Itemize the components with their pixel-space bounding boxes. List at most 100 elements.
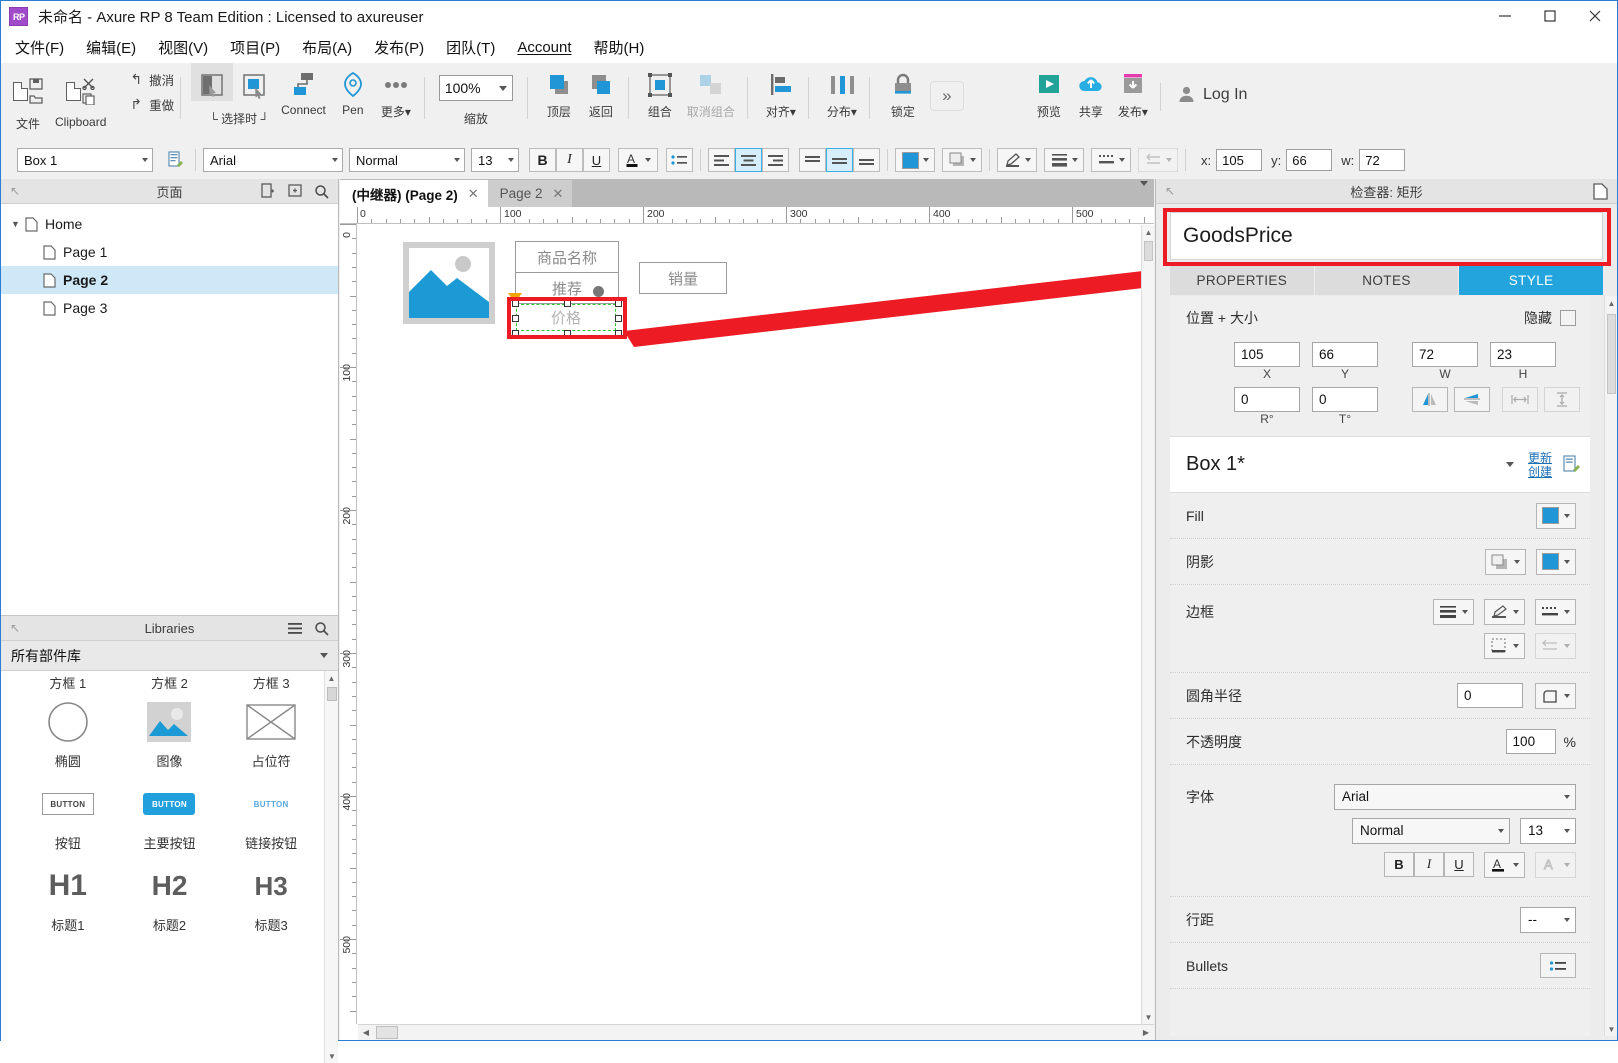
menu-item-file[interactable]: 文件(F) <box>15 37 64 58</box>
text-shadow-button[interactable]: A <box>1535 851 1576 878</box>
border-width-button[interactable] <box>1433 598 1474 625</box>
library-item[interactable]: BUTTON 按钮 <box>17 781 119 863</box>
add-page-icon[interactable] <box>260 183 276 199</box>
align-right-button[interactable] <box>762 148 789 172</box>
rotation-input[interactable]: 0 <box>1234 387 1300 412</box>
line-spacing-select[interactable]: -- <box>1520 906 1576 933</box>
font-color-button[interactable]: A <box>618 148 658 172</box>
fill-color-button[interactable] <box>1536 502 1576 529</box>
italic-button[interactable]: I <box>1414 851 1444 877</box>
close-icon[interactable] <box>1572 1 1617 31</box>
maximize-icon[interactable] <box>1527 1 1572 31</box>
canvas-horizontal-scrollbar[interactable]: ◀ ▶ <box>358 1024 1154 1040</box>
add-folder-icon[interactable] <box>287 183 303 199</box>
border-color-button[interactable] <box>1484 598 1525 625</box>
distribute-button[interactable]: 分布▾ <box>821 63 863 122</box>
fill-color-button[interactable] <box>895 148 935 172</box>
scroll-thumb[interactable] <box>1144 241 1153 261</box>
select-tool-button[interactable] <box>191 63 234 101</box>
toolbar-overflow-button[interactable]: » <box>924 73 970 113</box>
menu-item-publish[interactable]: 发布(P) <box>374 37 424 58</box>
font-size-select[interactable]: 13 <box>1520 817 1576 844</box>
widget-name-input[interactable]: GoodsPrice <box>1170 212 1603 260</box>
bullets-button[interactable] <box>1540 953 1576 978</box>
match-height-button[interactable] <box>1544 387 1580 412</box>
bold-button[interactable]: B <box>529 148 556 172</box>
scroll-down-icon[interactable]: ▼ <box>325 1049 338 1063</box>
update-style-link[interactable]: 更新 <box>1528 451 1552 465</box>
collapse-arrow-icon[interactable]: ↖ <box>10 621 20 635</box>
publish-button[interactable]: 发布▾ <box>1112 63 1154 122</box>
zoom-select[interactable]: 100% <box>438 75 513 101</box>
canvas-tab-repeater[interactable]: (中继器) (Page 2) ✕ <box>340 180 488 207</box>
connect-point-tool-button[interactable] <box>233 63 275 101</box>
ungroup-button[interactable]: 取消组合 <box>681 63 741 122</box>
library-item[interactable]: H2 标题2 <box>119 863 221 945</box>
shadow-style-button[interactable] <box>1485 548 1526 575</box>
library-item[interactable]: BUTTON 主要按钮 <box>119 781 221 863</box>
library-item[interactable]: H3 标题3 <box>220 863 322 945</box>
bring-to-front-button[interactable]: 顶层 <box>538 63 580 122</box>
w-input[interactable]: 72 <box>1359 149 1406 171</box>
text-rotation-input[interactable]: 0 <box>1312 387 1378 412</box>
bullets-button[interactable] <box>666 148 693 172</box>
hide-checkbox[interactable] <box>1560 310 1576 326</box>
align-left-button[interactable] <box>708 148 735 172</box>
align-center-button[interactable] <box>735 148 762 172</box>
send-to-back-button[interactable]: 返回 <box>580 63 622 122</box>
match-width-button[interactable] <box>1502 387 1538 412</box>
library-item[interactable]: 占位符 <box>220 699 322 781</box>
more-tools-button[interactable]: 更多▾ <box>374 63 418 122</box>
chevron-down-icon[interactable] <box>1505 462 1514 467</box>
x-input[interactable]: 105 <box>1234 342 1300 367</box>
library-item[interactable]: BUTTON 链接按钮 <box>220 781 322 863</box>
menu-item-account[interactable]: Account <box>517 39 571 56</box>
scroll-thumb[interactable] <box>1607 314 1616 394</box>
file-button[interactable]: 文件 <box>7 63 49 134</box>
tab-properties[interactable]: PROPERTIES <box>1170 265 1315 295</box>
valign-top-button[interactable] <box>799 148 826 172</box>
collapse-arrow-icon[interactable]: ↖ <box>1165 184 1175 198</box>
close-icon[interactable]: ✕ <box>468 186 479 202</box>
underline-button[interactable]: U <box>1444 851 1474 877</box>
canvas-surface[interactable]: 商品名称 推荐 销量 价格 <box>358 225 1154 1024</box>
expand-triangle-icon[interactable]: ▼ <box>11 219 25 229</box>
y-input[interactable]: 66 <box>1312 342 1378 367</box>
library-item[interactable]: 方框 3 <box>220 673 322 699</box>
menu-item-help[interactable]: 帮助(H) <box>594 37 645 58</box>
pen-button[interactable]: Pen <box>332 63 374 119</box>
minimize-icon[interactable] <box>1482 1 1527 31</box>
flip-horizontal-button[interactable] <box>1412 387 1448 412</box>
font-color-button[interactable]: A <box>1484 851 1525 878</box>
scroll-up-icon[interactable]: ▲ <box>1605 296 1618 310</box>
opacity-input[interactable]: 100 <box>1505 729 1556 754</box>
widget-notes-icon[interactable] <box>161 148 188 172</box>
corner-radius-input[interactable]: 0 <box>1457 683 1523 708</box>
tab-notes[interactable]: NOTES <box>1314 265 1460 295</box>
style-manager-icon[interactable] <box>1562 455 1580 474</box>
y-input[interactable]: 66 <box>1286 149 1333 171</box>
canvas-widget-goods-name[interactable]: 商品名称 <box>515 241 619 273</box>
font-family-select[interactable]: Arial <box>203 148 343 172</box>
search-icon[interactable] <box>314 184 329 199</box>
scroll-right-icon[interactable]: ▶ <box>1138 1028 1154 1037</box>
login-button[interactable]: Log In <box>1177 85 1247 104</box>
line-style-button[interactable] <box>1091 148 1131 172</box>
font-weight-select[interactable]: Normal <box>349 148 465 172</box>
page-notes-icon[interactable] <box>1593 182 1608 200</box>
lock-button[interactable]: 锁定 <box>882 63 924 122</box>
undo-button[interactable]: ↰ 撤消 <box>130 70 174 89</box>
font-weight-select[interactable]: Normal <box>1352 817 1510 844</box>
page-tree-item-home[interactable]: ▼ Home <box>1 210 338 238</box>
line-color-button[interactable] <box>997 148 1037 172</box>
redo-button[interactable]: ↱ 重做 <box>130 95 174 114</box>
share-button[interactable]: 共享 <box>1070 63 1112 122</box>
canvas-tab-page-2[interactable]: Page 2 ✕ <box>487 180 573 207</box>
library-item[interactable]: 方框 2 <box>119 673 221 699</box>
scroll-thumb[interactable] <box>327 687 337 701</box>
corner-shape-button[interactable] <box>1535 682 1576 709</box>
group-button[interactable]: 组合 <box>639 63 681 122</box>
line-width-button[interactable] <box>1044 148 1084 172</box>
scroll-down-icon[interactable]: ▼ <box>1142 1010 1155 1024</box>
menu-item-layout[interactable]: 布局(A) <box>302 37 352 58</box>
